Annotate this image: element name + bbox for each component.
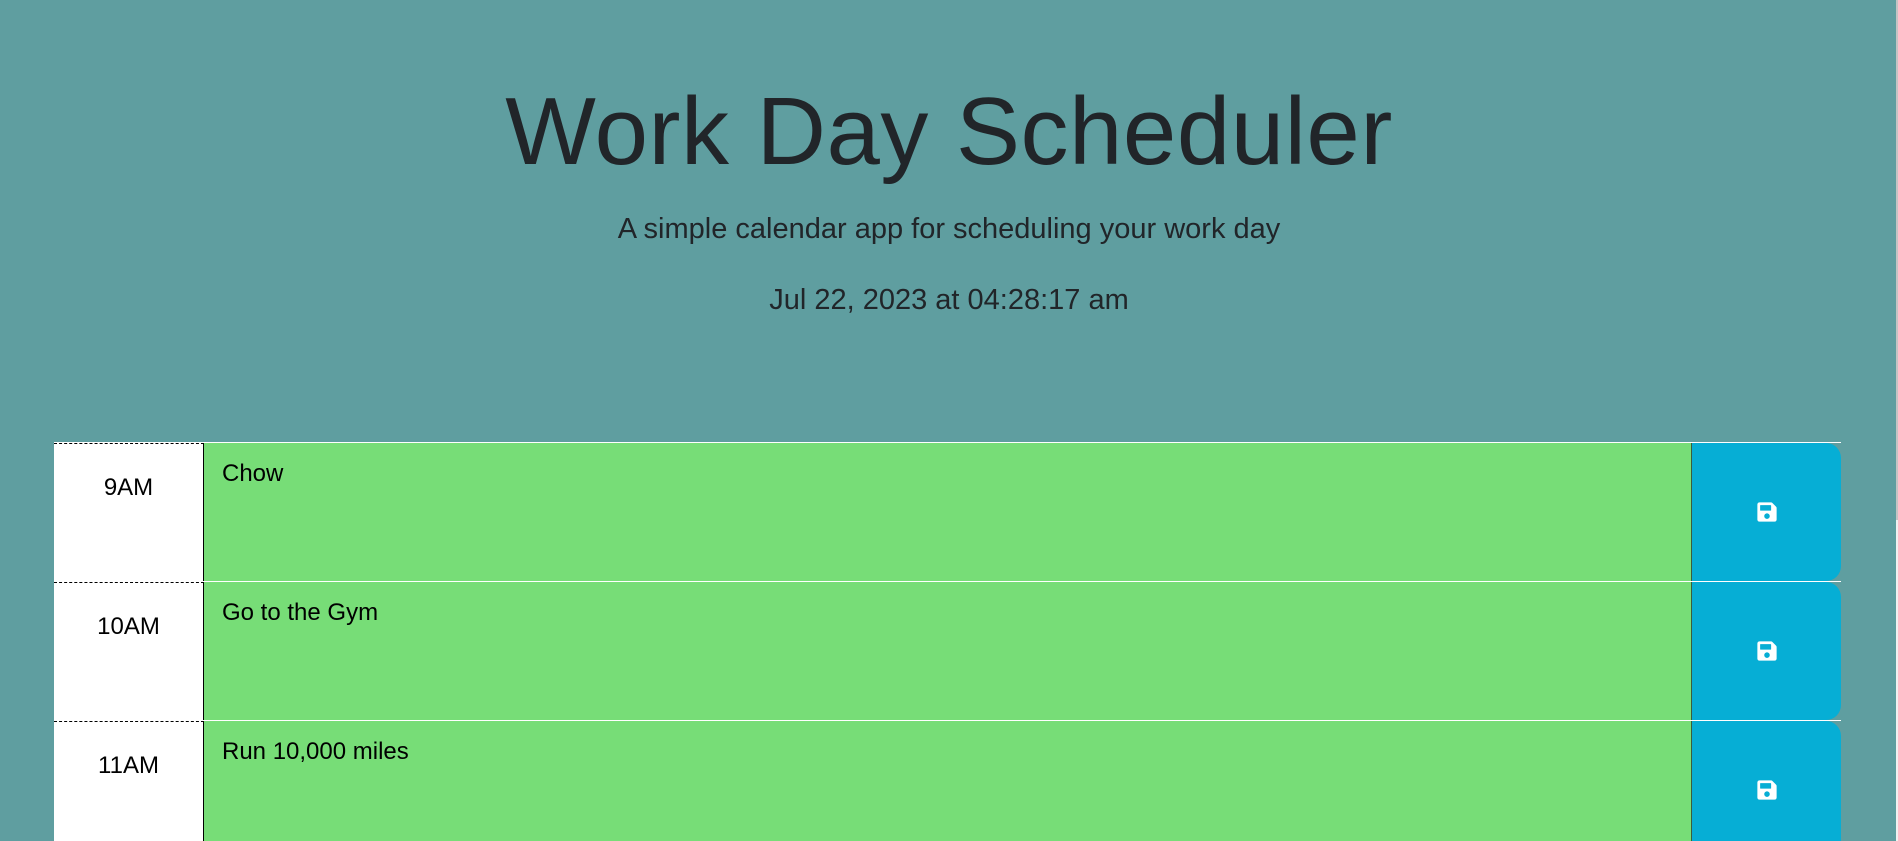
page-subtitle: A simple calendar app for scheduling you… bbox=[617, 213, 1281, 246]
description-input[interactable]: Chow bbox=[204, 443, 1692, 581]
current-day: Jul 22, 2023 at 04:28:17 am bbox=[769, 284, 1129, 317]
timeblocks-container: 9AM Chow 10AM Go to the Gym 11AM Run 10,… bbox=[54, 442, 1841, 841]
time-block-9am: 9AM Chow bbox=[54, 442, 1841, 581]
page-title: Work Day Scheduler bbox=[505, 78, 1393, 185]
hour-label: 9AM bbox=[54, 443, 204, 581]
time-block-11am: 11AM Run 10,000 miles bbox=[54, 720, 1841, 841]
save-button[interactable] bbox=[1692, 443, 1841, 581]
time-block-10am: 10AM Go to the Gym bbox=[54, 581, 1841, 720]
description-input[interactable]: Run 10,000 miles bbox=[204, 721, 1692, 841]
save-button[interactable] bbox=[1692, 721, 1841, 841]
save-button[interactable] bbox=[1692, 582, 1841, 720]
hour-label: 11AM bbox=[54, 721, 204, 841]
hour-label: 10AM bbox=[54, 582, 204, 720]
description-input[interactable]: Go to the Gym bbox=[204, 582, 1692, 720]
save-icon bbox=[1756, 780, 1777, 800]
save-icon bbox=[1756, 502, 1777, 522]
save-icon bbox=[1756, 641, 1777, 661]
header: Work Day Scheduler A simple calendar app… bbox=[0, 0, 1898, 317]
